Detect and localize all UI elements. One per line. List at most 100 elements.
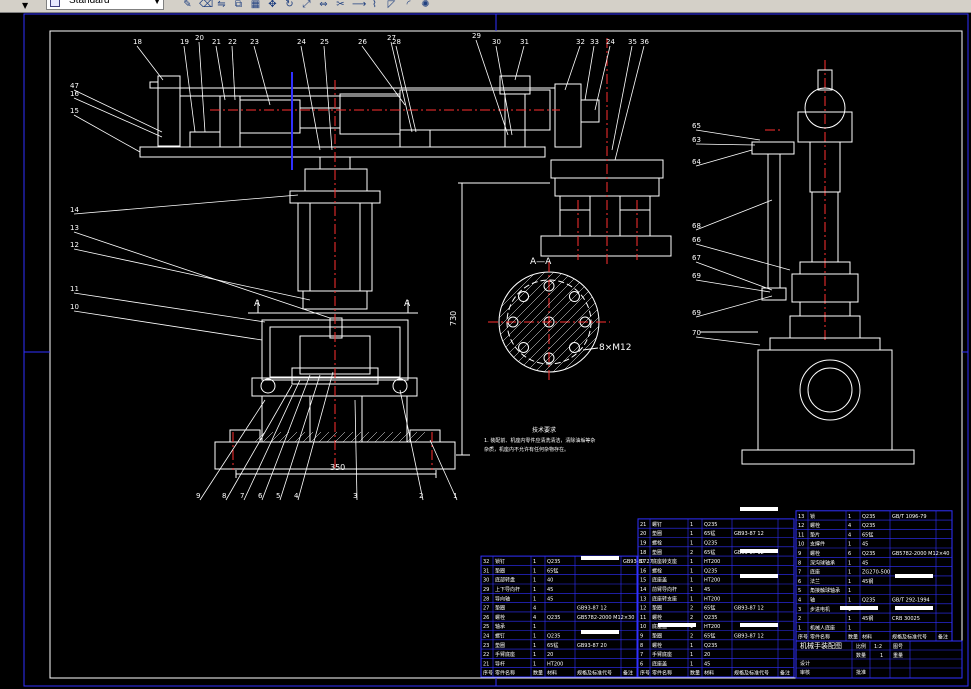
bom-cell: 2 <box>690 606 693 612</box>
trim-icon[interactable]: ✂ <box>335 0 346 11</box>
bom-cell: 4 <box>533 615 536 621</box>
leader-line <box>73 292 266 323</box>
leader-line <box>695 129 761 141</box>
bom-cell: 1 <box>848 542 851 548</box>
pencil-icon[interactable]: ✎ <box>182 0 193 11</box>
hatch-line <box>382 431 394 443</box>
bom-cell: ZG270-500 <box>862 570 890 576</box>
bom-cell: 19 <box>640 541 646 547</box>
hatch-line <box>318 431 330 443</box>
offset-icon[interactable]: ⧉ <box>233 0 244 11</box>
extend-icon[interactable]: ⟶ <box>352 0 366 11</box>
bom-cell: 28 <box>483 596 489 602</box>
dropdown-arrow-icon[interactable]: ▼ <box>22 1 36 11</box>
bolt-callout: 8×M12 <box>599 343 631 353</box>
fillet-icon[interactable]: ◜ <box>403 0 414 11</box>
leader-line <box>300 45 321 151</box>
bom-cell: 1 <box>690 559 693 565</box>
bom-cell: GB/T 1096-79 <box>892 514 927 520</box>
bom-cell: 上下导向杆 <box>495 586 520 593</box>
bom-cell: 序号 <box>798 634 808 641</box>
hatch-line <box>374 431 386 443</box>
bom-cell: 1 <box>533 559 536 565</box>
checker-label: 审核 <box>800 669 810 676</box>
callout-number: 24 <box>297 38 306 46</box>
callout-number: 16 <box>70 90 79 98</box>
callout-leaders <box>73 39 791 501</box>
bom-cell: 垫圈 <box>652 530 662 537</box>
bom-cell: 11 <box>798 532 804 538</box>
bom-cell: 27 <box>483 606 489 612</box>
bom-cell: 螺钉 <box>495 633 505 640</box>
bom-cell: 1 <box>690 643 693 649</box>
explode-icon[interactable]: ✺ <box>420 0 431 11</box>
bom-cell: 导向轴 <box>495 595 510 602</box>
mirror-icon[interactable]: ⇋ <box>216 0 227 11</box>
array-icon[interactable]: ▦ <box>250 0 261 11</box>
hatch-line <box>390 431 402 443</box>
bom-cell: 6 <box>640 661 643 667</box>
leader-line <box>429 439 458 501</box>
text-style-select[interactable]: Standard ▼ <box>46 0 164 10</box>
bom-cell: 1 <box>690 568 693 574</box>
leader-line <box>390 41 413 133</box>
scale-icon[interactable]: ⤢ <box>301 0 312 11</box>
bom-cell: 螺栓 <box>652 567 662 574</box>
hatch-line <box>342 431 354 443</box>
bom-cell: 螺栓 <box>810 550 820 557</box>
bom-cell: GB93-87 12 <box>734 634 764 640</box>
chamfer-icon[interactable]: ◸ <box>386 0 397 11</box>
modify-tools: ✎ ⌫ ⇋ ⧉ ▦ ✥ ↻ ⤢ ⇔ ✂ ⟶ ⌇ ◸ ◜ ✺ <box>182 0 431 12</box>
bom-cell: 29 <box>483 587 489 593</box>
bom-cell: 4 <box>533 606 536 612</box>
hatch-line <box>561 272 599 372</box>
callout-number: 29 <box>472 32 481 40</box>
bom-cell: 轴 <box>810 597 815 604</box>
dimension-width: 350 <box>330 463 345 472</box>
bom-cell: 1 <box>690 531 693 537</box>
bom-cell: GB5782-2000 M12×40 <box>892 551 949 557</box>
bom-cell: 1 <box>533 587 536 593</box>
weight-label: 重量 <box>893 652 903 659</box>
bom-cell: 导杆 <box>495 660 505 667</box>
bom-cell: 4 <box>848 523 851 529</box>
scale-label: 比例 <box>856 643 866 650</box>
callout-number: 6 <box>258 492 263 500</box>
bom-cell: 8 <box>798 560 801 566</box>
hatch-line <box>270 431 282 443</box>
bom-cell: Q235 <box>547 615 560 621</box>
bom-cell: 螺栓 <box>652 614 662 621</box>
callout-number: 65 <box>692 122 701 130</box>
callout-number: 31 <box>520 38 529 46</box>
stretch-icon[interactable]: ⇔ <box>318 0 329 11</box>
bom-cell: 23 <box>483 643 489 649</box>
bom-cell: 垫圈 <box>495 605 505 612</box>
bom-cell: 1 <box>533 596 536 602</box>
bom-cell: 1 <box>848 514 851 520</box>
bom-cell: HT200 <box>704 624 720 630</box>
bom-cell: Q235 <box>547 634 560 640</box>
callout-number: 26 <box>358 38 367 46</box>
bom-cell: 数量 <box>690 670 700 677</box>
move-icon[interactable]: ✥ <box>267 0 278 11</box>
callout-number: 64 <box>692 158 701 166</box>
bom-cell: 法兰 <box>810 578 820 585</box>
bolt-hole <box>568 341 580 353</box>
callout-number: 10 <box>70 303 79 311</box>
bom-cell: 13 <box>640 596 646 602</box>
leader-line <box>73 231 331 319</box>
break-icon[interactable]: ⌇ <box>369 0 380 11</box>
eraser-icon[interactable]: ⌫ <box>199 0 213 11</box>
rotate-icon[interactable]: ↻ <box>284 0 295 11</box>
bom-cell: 材料 <box>862 634 872 641</box>
leader-line <box>611 45 633 151</box>
qty-value: 1 <box>880 653 883 659</box>
callout-number: 8 <box>222 492 226 500</box>
drawing-canvas[interactable]: 18 19 20 21 22 23 24 25 26 27282930 31 32 33 24 35 3647… <box>0 12 971 689</box>
leader-line <box>695 143 756 146</box>
bom-cell: 2 <box>690 615 693 621</box>
bom-cell: 10 <box>640 624 646 630</box>
bom-cell: Q235 <box>862 514 875 520</box>
callout-number: 12 <box>70 241 79 249</box>
leader-line <box>297 371 334 501</box>
